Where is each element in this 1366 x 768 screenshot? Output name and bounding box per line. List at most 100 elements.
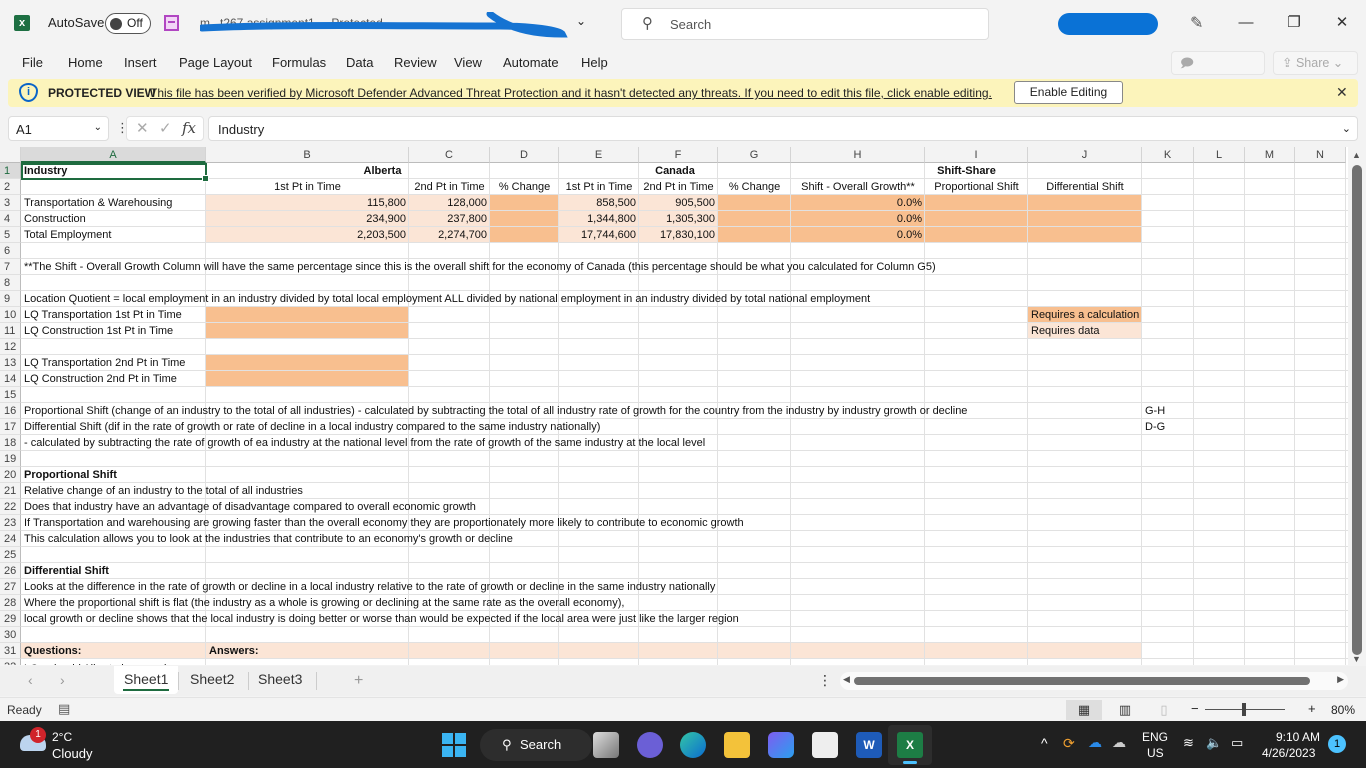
language-top[interactable]: ENG (1142, 730, 1168, 744)
column-header-m[interactable]: M (1245, 147, 1295, 163)
cell-b5[interactable]: 2,203,500 (206, 227, 409, 243)
menu-automate[interactable]: Automate (503, 55, 559, 70)
copilot-icon[interactable] (768, 732, 794, 758)
column-header-n[interactable]: N (1295, 147, 1346, 163)
cell-c3[interactable]: 128,000 (409, 195, 490, 211)
column-header-k[interactable]: K (1142, 147, 1194, 163)
cell-a32[interactable]: LQ - should Alberta be pursuing (21, 659, 182, 665)
row-header-19[interactable]: 19 (0, 451, 21, 467)
row-header-6[interactable]: 6 (0, 243, 21, 259)
row-header-12[interactable]: 12 (0, 339, 21, 355)
cell-a31[interactable]: Questions: (21, 643, 84, 659)
volume-icon[interactable]: 🔈 (1206, 735, 1222, 751)
cell-g2[interactable]: % Change (718, 179, 791, 195)
cell-f2[interactable]: 2nd Pt in Time (639, 179, 718, 195)
scroll-thumb[interactable] (854, 677, 1310, 685)
cell-b3[interactable]: 115,800 (206, 195, 409, 211)
scroll-thumb[interactable] (1352, 165, 1362, 655)
column-header-b[interactable]: B (206, 147, 409, 163)
cell-e3[interactable]: 858,500 (559, 195, 639, 211)
column-header-a[interactable]: A (21, 147, 206, 163)
next-sheet-icon[interactable]: › (60, 672, 65, 688)
page-layout-view-button[interactable]: ▥ (1107, 700, 1143, 720)
cell-b1[interactable]: Alberta (206, 163, 559, 179)
zoom-slider-thumb[interactable] (1242, 703, 1246, 716)
clock-time[interactable]: 9:10 AM (1276, 730, 1320, 744)
row-header-3[interactable]: 3 (0, 195, 21, 211)
name-box[interactable]: A1 ⌄ (8, 116, 109, 141)
minimize-button[interactable]: — (1231, 10, 1261, 36)
add-sheet-button[interactable]: + (354, 672, 363, 690)
cell-k17[interactable]: D-G (1142, 419, 1168, 435)
sheet-tab-sheet1[interactable]: Sheet1 (114, 666, 179, 694)
cell-a26[interactable]: Differential Shift (21, 563, 112, 579)
cell-b31[interactable]: Answers: (206, 643, 262, 659)
cell-h5[interactable]: 0.0% (791, 227, 925, 243)
row-header-16[interactable]: 16 (0, 403, 21, 419)
cell-j2[interactable]: Differential Shift (1028, 179, 1142, 195)
account-avatar[interactable] (1058, 13, 1158, 35)
column-header-e[interactable]: E (559, 147, 639, 163)
row-header-8[interactable]: 8 (0, 275, 21, 291)
insert-function-icon[interactable]: fx (182, 119, 196, 137)
cell-a9[interactable]: Location Quotient = local employment in … (21, 291, 873, 307)
teams-chat-icon[interactable] (637, 732, 663, 758)
row-header-17[interactable]: 17 (0, 419, 21, 435)
formula-input[interactable]: Industry ⌄ (208, 116, 1358, 141)
menu-view[interactable]: View (454, 55, 482, 70)
cell-a18[interactable]: - calculated by subtracting the rate of … (21, 435, 708, 451)
cell-a21[interactable]: Relative change of an industry to the to… (21, 483, 306, 499)
task-view-icon[interactable] (593, 732, 619, 758)
row-header-26[interactable]: 26 (0, 563, 21, 579)
select-all-corner[interactable] (0, 147, 21, 163)
cell-a14[interactable]: LQ Construction 2nd Pt in Time (21, 371, 180, 387)
protected-view-message[interactable]: This file has been verified by Microsoft… (150, 86, 992, 100)
spreadsheet-grid[interactable]: A B C D E F G H I J K L M N 1 2 3 4 5 6 7 8 9 10 11 12 13 14 15 16 17 1… (0, 147, 1348, 665)
row-header-31[interactable]: 31 (0, 643, 21, 659)
row-header-30[interactable]: 30 (0, 627, 21, 643)
save-icon[interactable] (164, 15, 179, 31)
designer-pen-icon[interactable]: ✎ (1190, 13, 1203, 33)
row-header-27[interactable]: 27 (0, 579, 21, 595)
cell-a23[interactable]: If Transportation and warehousing are gr… (21, 515, 747, 531)
cell-k16[interactable]: G-H (1142, 403, 1168, 419)
cell-j10[interactable]: Requires a calculation (1028, 307, 1142, 323)
row-header-28[interactable]: 28 (0, 595, 21, 611)
row-header-25[interactable]: 25 (0, 547, 21, 563)
menu-file[interactable]: File (22, 55, 43, 70)
enable-editing-button[interactable]: Enable Editing (1014, 81, 1123, 104)
vertical-scrollbar[interactable]: ▲ ▼ (1348, 147, 1366, 665)
cell-c5[interactable]: 2,274,700 (409, 227, 490, 243)
restore-button[interactable]: ❐ (1279, 10, 1309, 36)
row-header-23[interactable]: 23 (0, 515, 21, 531)
cell-e4[interactable]: 1,344,800 (559, 211, 639, 227)
cell-c2[interactable]: 2nd Pt in Time (409, 179, 490, 195)
cell-h4[interactable]: 0.0% (791, 211, 925, 227)
row-header-7[interactable]: 7 (0, 259, 21, 275)
clock-date[interactable]: 4/26/2023 (1262, 746, 1315, 760)
row-header-21[interactable]: 21 (0, 483, 21, 499)
cell-a3[interactable]: Transportation & Warehousing (21, 195, 175, 211)
cell-a13[interactable]: LQ Transportation 2nd Pt in Time (21, 355, 188, 371)
cell-a28[interactable]: Where the proportional shift is flat (th… (21, 595, 627, 611)
column-header-i[interactable]: I (925, 147, 1028, 163)
menu-data[interactable]: Data (346, 55, 373, 70)
row-header-10[interactable]: 10 (0, 307, 21, 323)
cell-h2[interactable]: Shift - Overall Growth** (791, 179, 925, 195)
menu-formulas[interactable]: Formulas (272, 55, 326, 70)
onedrive-personal-icon[interactable]: ☁ (1112, 734, 1126, 751)
cell-a20[interactable]: Proportional Shift (21, 467, 120, 483)
row-header-11[interactable]: 11 (0, 323, 21, 339)
row-header-13[interactable]: 13 (0, 355, 21, 371)
taskbar-search[interactable]: ⚲ Search (480, 729, 592, 761)
scroll-right-icon[interactable]: ▶ (1337, 674, 1344, 685)
prev-sheet-icon[interactable]: ‹ (28, 672, 33, 688)
expand-formula-icon[interactable]: ⌄ (1342, 122, 1351, 135)
autosave-toggle[interactable]: Off (105, 13, 151, 34)
tab-split-handle[interactable]: ⋮ (818, 672, 832, 689)
cell-h3[interactable]: 0.0% (791, 195, 925, 211)
row-header-29[interactable]: 29 (0, 611, 21, 627)
cell-b2[interactable]: 1st Pt in Time (206, 179, 409, 195)
row-header-4[interactable]: 4 (0, 211, 21, 227)
page-break-view-button[interactable]: ▯ (1146, 700, 1182, 720)
